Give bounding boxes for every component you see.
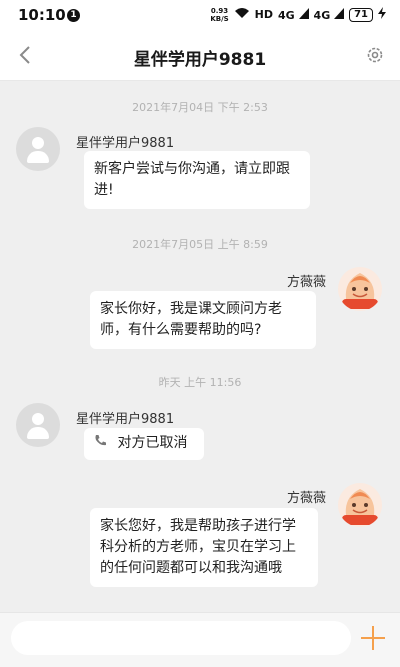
back-button[interactable] bbox=[10, 40, 40, 70]
wifi-icon bbox=[234, 7, 250, 23]
notification-badge: 1 bbox=[67, 9, 80, 22]
message-bubble[interactable]: 新客户尝试与你沟通，请立即跟 进! bbox=[84, 151, 310, 209]
charging-icon bbox=[378, 7, 386, 23]
net-speed: 0.93 KB/S bbox=[210, 7, 229, 23]
status-time: 10:10 bbox=[18, 6, 66, 24]
status-bar: 10:10 1 0.93 KB/S HD 4G 4G 71 bbox=[0, 0, 400, 32]
page-title: 星伴学用户9881 bbox=[133, 50, 267, 70]
mascot-avatar-icon bbox=[342, 273, 378, 309]
phone-icon bbox=[94, 433, 107, 454]
status-icons: 0.93 KB/S HD 4G 4G 71 bbox=[210, 7, 386, 23]
timestamp: 2021年7月04日 下午 2:53 bbox=[132, 101, 268, 114]
signal-icon: 4G bbox=[278, 7, 309, 23]
sender-name: 星伴学用户9881 bbox=[76, 412, 175, 427]
message-input[interactable] bbox=[11, 621, 351, 655]
message-bubble[interactable]: 家长您好，我是帮助孩子进行学 科分析的方老师，宝贝在学习上 的任何问题都可以和我… bbox=[90, 508, 318, 587]
sender-name: 星伴学用户9881 bbox=[76, 136, 175, 151]
call-bubble[interactable]: 对方已取消 bbox=[84, 428, 204, 460]
chat-area[interactable]: 2021年7月04日 下午 2:53 星伴学用户9881 新客户尝试与你沟通，请… bbox=[0, 81, 400, 611]
avatar[interactable] bbox=[16, 127, 60, 171]
settings-button[interactable] bbox=[362, 42, 388, 68]
input-bar bbox=[0, 612, 400, 667]
timestamp: 昨天 上午 11:56 bbox=[158, 376, 242, 389]
signal-icon-2: 4G bbox=[314, 7, 345, 23]
gear-icon bbox=[367, 47, 383, 63]
call-status: 对方已取消 bbox=[117, 435, 188, 451]
nav-bar: 星伴学用户9881 bbox=[0, 32, 400, 81]
sender-name: 方薇薇 bbox=[286, 275, 326, 290]
mascot-avatar-icon bbox=[342, 489, 378, 525]
message-bubble[interactable]: 家长你好，我是课文顾问方老 师，有什么需要帮助的吗? bbox=[90, 291, 316, 349]
avatar[interactable] bbox=[16, 403, 60, 447]
sender-name: 方薇薇 bbox=[286, 491, 326, 506]
avatar[interactable] bbox=[338, 483, 382, 527]
avatar[interactable] bbox=[338, 267, 382, 311]
timestamp: 2021年7月05日 上午 8:59 bbox=[132, 238, 268, 251]
hd-icon: HD bbox=[254, 8, 274, 21]
plus-button[interactable] bbox=[358, 623, 388, 653]
battery-icon: 71 bbox=[349, 8, 373, 22]
